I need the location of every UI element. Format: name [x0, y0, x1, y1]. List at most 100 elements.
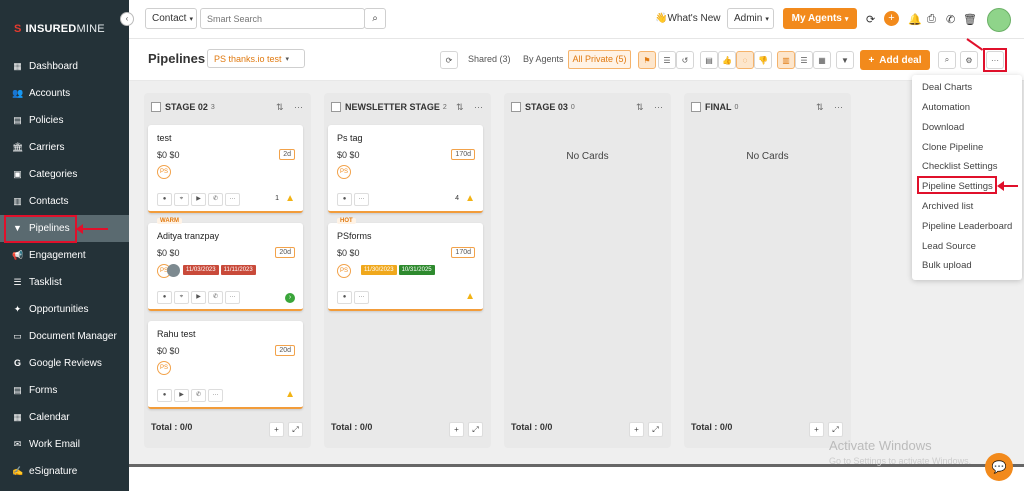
expand-icon[interactable]: ⤢	[828, 422, 843, 437]
more-icon[interactable]: ···	[654, 102, 663, 112]
inbox-icon[interactable]: ⎙	[927, 13, 936, 26]
menu-item-automation[interactable]: Automation	[922, 102, 970, 113]
column-checkbox[interactable]	[331, 102, 341, 112]
whats-new-link[interactable]: 👋What's New	[655, 13, 721, 24]
add-card-button[interactable]: +	[449, 422, 464, 437]
deal-card[interactable]: WARM Aditya tranzpay $0 $0 20d PS 11/03/…	[148, 218, 303, 311]
more-icon[interactable]: ···	[834, 102, 843, 112]
menu-item-archived-list[interactable]: Archived list	[922, 201, 973, 212]
layout-board-button[interactable]: ▥	[777, 51, 795, 69]
shared-filter[interactable]: Shared (3)	[468, 54, 511, 64]
sidebar-item-opportunities[interactable]: ✦ Opportunities	[0, 296, 129, 323]
settings-button[interactable]: ⚙	[960, 51, 978, 69]
smart-search-input[interactable]	[200, 8, 365, 29]
all-private-filter[interactable]: All Private (5)	[568, 50, 631, 69]
sidebar-item-forms[interactable]: ▤ Forms	[0, 377, 129, 404]
layout-list-button[interactable]: ☰	[795, 51, 813, 69]
deal-card[interactable]: test $0 $0 2d PS ● ⌖ ▶ ✆ ··· 1 ▲	[148, 125, 303, 213]
add-card-button[interactable]: +	[269, 422, 284, 437]
sidebar-item-policies[interactable]: ▤ Policies	[0, 107, 129, 134]
expand-icon[interactable]: ⤢	[288, 422, 303, 437]
message-icon[interactable]: ●	[337, 193, 352, 206]
add-card-button[interactable]: +	[809, 422, 824, 437]
search-button[interactable]: ⌕	[364, 8, 386, 29]
sidebar-item-categories[interactable]: ▣ Categories	[0, 161, 129, 188]
refresh-icon[interactable]: ⟳	[866, 13, 875, 26]
sidebar-collapse-button[interactable]: ‹	[120, 12, 134, 26]
sidebar-item-tasklist[interactable]: ☰ Tasklist	[0, 269, 129, 296]
phone-icon[interactable]: ✆	[208, 193, 223, 206]
message-icon[interactable]: ●	[157, 193, 172, 206]
menu-item-clone-pipeline[interactable]: Clone Pipeline	[922, 142, 983, 153]
bell-icon[interactable]: 🔔	[908, 13, 922, 26]
sidebar-item-carriers[interactable]: 🏛 Carriers	[0, 134, 129, 161]
location-icon[interactable]: ⌖	[174, 291, 189, 304]
by-agents-filter[interactable]: By Agents	[523, 54, 564, 64]
video-icon[interactable]: ▶	[191, 193, 206, 206]
menu-item-pipeline-leaderboard[interactable]: Pipeline Leaderboard	[922, 221, 1012, 232]
phone-icon[interactable]: ✆	[208, 291, 223, 304]
sort-icon[interactable]: ⇅	[636, 102, 644, 113]
filter-open-button[interactable]: ◌	[736, 51, 754, 69]
chat-bubble-button[interactable]: 💬	[985, 453, 1013, 481]
view-toggle-1[interactable]: ⚑	[638, 51, 656, 69]
trash-icon[interactable]: 🗑	[963, 13, 977, 26]
my-agents-button[interactable]: My Agents ▾	[783, 8, 857, 29]
layout-table-button[interactable]: ▦	[813, 51, 831, 69]
add-deal-button[interactable]: + Add deal	[860, 50, 930, 70]
role-select[interactable]: Admin ▾	[727, 8, 774, 29]
more-icon[interactable]: ···	[354, 193, 369, 206]
location-icon[interactable]: ⌖	[174, 193, 189, 206]
more-icon[interactable]: ···	[225, 291, 240, 304]
filter-lost-button[interactable]: 👎	[754, 51, 772, 69]
menu-item-lead-source[interactable]: Lead Source	[922, 241, 976, 252]
column-checkbox[interactable]	[151, 102, 161, 112]
expand-icon[interactable]: ⤢	[648, 422, 663, 437]
sidebar-item-engagement[interactable]: 📢 Engagement	[0, 242, 129, 269]
user-avatar[interactable]	[987, 8, 1011, 32]
message-icon[interactable]: ●	[157, 291, 172, 304]
phone-icon[interactable]: ✆	[191, 389, 206, 402]
more-icon[interactable]: ···	[208, 389, 223, 402]
column-checkbox[interactable]	[691, 102, 701, 112]
video-icon[interactable]: ▶	[174, 389, 189, 402]
next-icon[interactable]: ›	[285, 293, 295, 303]
filter-won-button[interactable]: 👍	[718, 51, 736, 69]
phone-icon[interactable]: ✆	[946, 13, 955, 26]
refresh-pipeline-button[interactable]: ⟳	[440, 51, 458, 69]
menu-item-download[interactable]: Download	[922, 122, 964, 133]
menu-item-deal-charts[interactable]: Deal Charts	[922, 82, 972, 93]
add-card-button[interactable]: +	[629, 422, 644, 437]
sort-icon[interactable]: ⇅	[276, 102, 284, 113]
more-icon[interactable]: ···	[225, 193, 240, 206]
deal-card[interactable]: Ps tag $0 $0 170d PS ● ··· 4 ▲	[328, 125, 483, 213]
view-toggle-2[interactable]: ☰	[658, 51, 676, 69]
sort-icon[interactable]: ⇅	[456, 102, 464, 113]
deal-card[interactable]: Rahu test $0 $0 20d PS ● ▶ ✆ ··· ▲	[148, 321, 303, 409]
expand-icon[interactable]: ⤢	[468, 422, 483, 437]
video-icon[interactable]: ▶	[191, 291, 206, 304]
view-toggle-3[interactable]: ↺	[676, 51, 694, 69]
sort-icon[interactable]: ⇅	[816, 102, 824, 113]
add-icon[interactable]: +	[884, 11, 899, 26]
sidebar-item-work-email[interactable]: ✉ Work Email	[0, 431, 129, 458]
sidebar-item-document-manager[interactable]: ▭ Document Manager	[0, 323, 129, 350]
message-icon[interactable]: ●	[337, 291, 352, 304]
search-scope-select[interactable]: Contact ▾	[145, 8, 197, 29]
pipeline-select[interactable]: PS thanks.io test ▾	[207, 49, 305, 68]
column-checkbox[interactable]	[511, 102, 521, 112]
message-icon[interactable]: ●	[157, 389, 172, 402]
menu-item-bulk-upload[interactable]: Bulk upload	[922, 260, 972, 271]
sidebar-item-dashboard[interactable]: ▦ Dashboard	[0, 53, 129, 80]
sidebar-item-contacts[interactable]: ▥ Contacts	[0, 188, 129, 215]
sidebar-item-google-reviews[interactable]: G Google Reviews	[0, 350, 129, 377]
filter-button[interactable]: ▼	[836, 51, 854, 69]
bottom-scrollbar[interactable]	[129, 464, 1024, 491]
more-icon[interactable]: ···	[474, 102, 483, 112]
sidebar-item-accounts[interactable]: 👥 Accounts	[0, 80, 129, 107]
sidebar-item-calendar[interactable]: ▦ Calendar	[0, 404, 129, 431]
more-icon[interactable]: ···	[354, 291, 369, 304]
more-icon[interactable]: ···	[294, 102, 303, 112]
search-deals-button[interactable]: ⌕	[938, 51, 956, 69]
menu-item-checklist-settings[interactable]: Checklist Settings	[922, 161, 998, 172]
